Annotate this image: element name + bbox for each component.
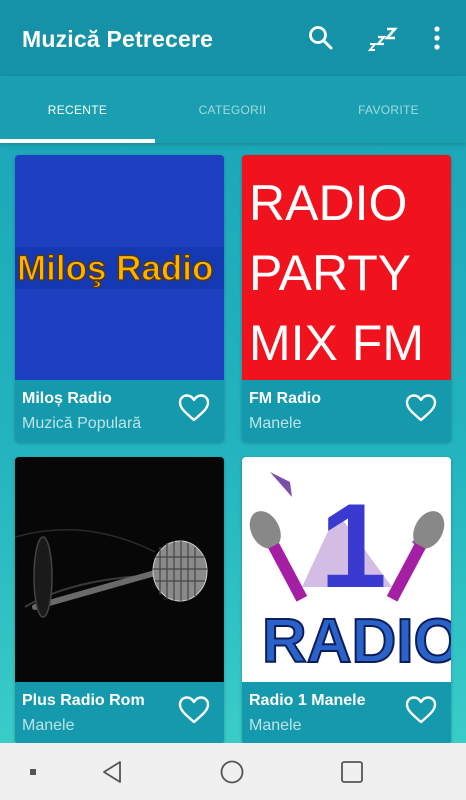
station-card[interactable]: Miloş Radio Miloș Radio Muzică Populară: [15, 155, 224, 442]
favorite-button[interactable]: [178, 393, 210, 423]
station-artwork: Miloş Radio: [15, 155, 224, 380]
nav-back-button[interactable]: [100, 759, 126, 785]
tab-recente[interactable]: RECENTE: [0, 76, 155, 143]
station-logo-line: PARTY: [249, 245, 411, 301]
station-card[interactable]: Plus Radio Rom Manele: [15, 457, 224, 744]
favorite-button[interactable]: [405, 393, 437, 423]
back-triangle-icon: [103, 761, 121, 783]
heart-outline-icon: [178, 394, 210, 422]
station-name: Radio 1 Manele: [249, 692, 366, 709]
station-name: Miloș Radio: [22, 390, 112, 407]
station-logo-text: Miloş Radio: [17, 249, 213, 288]
tab-categorii[interactable]: CATEGORII: [155, 76, 310, 143]
search-icon: [309, 26, 333, 50]
sleep-timer-button[interactable]: [367, 22, 399, 54]
system-nav-bar: [0, 743, 466, 800]
station-genre: Manele: [249, 717, 302, 734]
station-genre: Muzică Populară: [22, 415, 142, 432]
station-artwork: 1 RADIO: [242, 457, 451, 682]
station-name: Plus Radio Rom: [22, 692, 145, 709]
station-name: FM Radio: [249, 390, 321, 407]
search-button[interactable]: [305, 22, 337, 54]
nav-home-button[interactable]: [219, 759, 245, 785]
favorite-button[interactable]: [405, 695, 437, 725]
heart-outline-icon: [178, 696, 210, 724]
station-logo-digit: 1: [320, 479, 387, 613]
tab-bar: RECENTE CATEGORII FAVORITE: [0, 76, 466, 143]
sleep-timer-icon: [367, 27, 398, 51]
more-vert-icon: [434, 26, 440, 50]
station-artwork: RADIO PARTY MIX FM: [242, 155, 451, 380]
station-genre: Manele: [22, 717, 75, 734]
tab-favorite[interactable]: FAVORITE: [311, 76, 466, 143]
app-title: Muzică Petrecere: [22, 26, 214, 52]
more-options-button[interactable]: [424, 22, 456, 54]
station-genre: Manele: [249, 415, 302, 432]
heart-outline-icon: [405, 696, 437, 724]
station-logo-text: RADIO: [262, 607, 451, 676]
heart-outline-icon: [405, 394, 437, 422]
station-card[interactable]: 1 RADIO Radio 1 Manele Manele: [242, 457, 451, 744]
home-circle-icon: [220, 760, 244, 784]
favorite-button[interactable]: [178, 695, 210, 725]
station-logo-line: RADIO: [249, 175, 407, 231]
tab-indicator: [0, 139, 155, 143]
recents-square-icon: [341, 761, 363, 783]
station-artwork: [15, 457, 224, 682]
square-dot-icon: [30, 769, 36, 775]
station-logo-line: MIX FM: [249, 315, 424, 371]
nav-recents-button[interactable]: [339, 759, 365, 785]
station-card[interactable]: RADIO PARTY MIX FM FM Radio Manele: [242, 155, 451, 442]
app-bar: Muzică Petrecere: [0, 0, 466, 76]
nav-menu-button[interactable]: [26, 759, 52, 785]
